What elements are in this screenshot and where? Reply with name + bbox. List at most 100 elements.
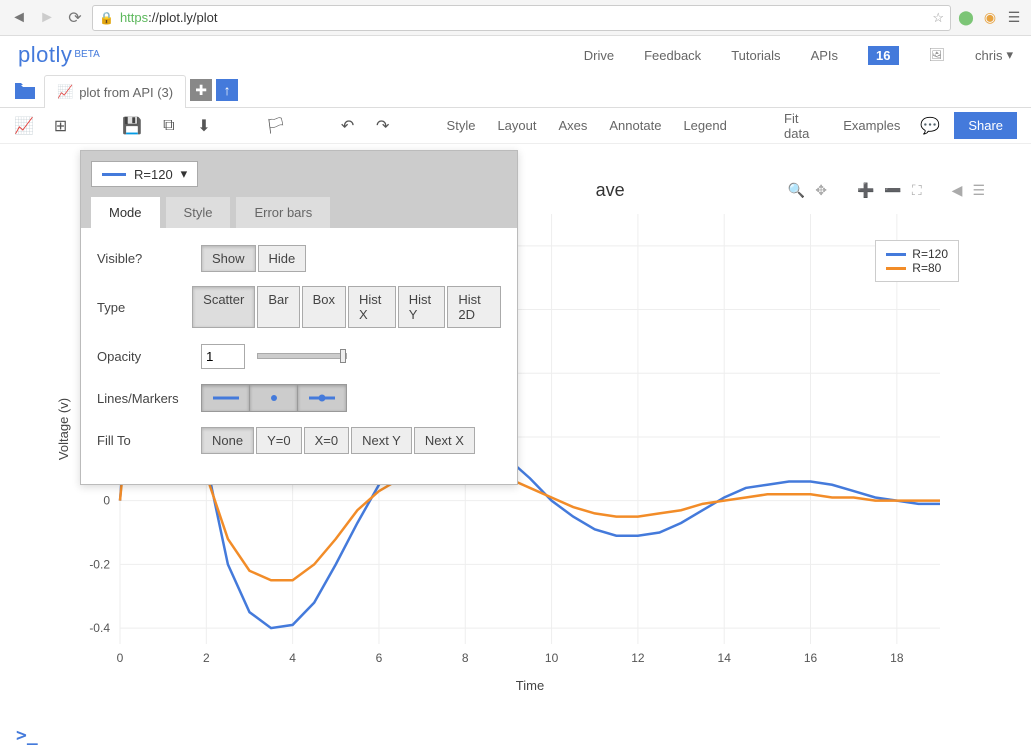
browser-toolbar: ◄ ► ⟳ 🔒 https://plot.ly/plot ☆ ⬤ ◉ ☰ [0, 0, 1031, 36]
theme-icon[interactable]: 🏳 [266, 116, 286, 136]
save-icon[interactable]: 💾 [122, 116, 142, 136]
autoscale-icon[interactable]: ⛶ [912, 182, 922, 199]
nav-feedback[interactable]: Feedback [644, 48, 701, 63]
panel-tab-errorbars[interactable]: Error bars [236, 197, 330, 228]
btn-lm-lines-markers[interactable] [298, 385, 346, 411]
svg-text:4: 4 [289, 651, 296, 665]
image-icon[interactable]: 🖼 [929, 47, 946, 63]
chart-area: 🔍 ✥ ➕ ➖ ⛶ ◀ ☰ ave-0.4-0.200.20.40.60.802… [0, 144, 1031, 714]
forward-button[interactable]: ► [36, 7, 58, 29]
style-panel: R=120 ▾ Mode Style Error bars Visible? S… [80, 150, 518, 485]
redo-icon[interactable]: ↷ [374, 116, 391, 136]
svg-text:18: 18 [890, 651, 904, 665]
file-tabbar: 📈 plot from API (3) ✚ ↑ [0, 74, 1031, 108]
folder-icon[interactable] [10, 74, 40, 107]
caret-down-icon: ▾ [1006, 47, 1013, 63]
svg-text:12: 12 [631, 651, 645, 665]
pan-icon[interactable]: ✥ [815, 182, 827, 199]
tooltip-compare-icon[interactable]: ◀ [952, 182, 963, 199]
traces-icon[interactable]: 📈 [14, 116, 34, 136]
tab-style[interactable]: Style [445, 114, 478, 137]
label-type: Type [97, 300, 192, 315]
reload-button[interactable]: ⟳ [64, 7, 86, 29]
btn-visible-show[interactable]: Show [201, 245, 256, 272]
back-button[interactable]: ◄ [8, 7, 30, 29]
legend-item-r120[interactable]: R=120 [886, 247, 948, 261]
btn-type-bar[interactable]: Bar [257, 286, 299, 328]
main-toolbar: 📈 ⊞ 💾 ⧉ ⬇ 🏳 ↶ ↷ Style Layout Axes Annota… [0, 108, 1031, 144]
address-bar[interactable]: 🔒 https://plot.ly/plot ☆ [92, 5, 951, 31]
svg-text:10: 10 [545, 651, 559, 665]
legend-label: R=120 [912, 247, 948, 261]
extension-icon[interactable]: ⬤ [957, 9, 975, 27]
trace-name: R=120 [134, 167, 173, 182]
tab-annotate[interactable]: Annotate [607, 114, 663, 137]
btn-type-box[interactable]: Box [302, 286, 346, 328]
btn-fill-y0[interactable]: Y=0 [256, 427, 302, 454]
svg-text:-0.4: -0.4 [89, 621, 110, 635]
undo-icon[interactable]: ↶ [339, 116, 356, 136]
btn-fill-nexty[interactable]: Next Y [351, 427, 412, 454]
file-name: plot from API (3) [79, 85, 173, 100]
browser-menu-icon[interactable]: ☰ [1005, 9, 1023, 27]
svg-text:Time: Time [516, 678, 544, 693]
extension-globe-icon[interactable]: ◉ [981, 9, 999, 27]
upload-button[interactable]: ↑ [216, 79, 238, 101]
svg-text:6: 6 [376, 651, 383, 665]
btn-lm-markers[interactable] [250, 385, 298, 411]
chart-tools: 🔍 ✥ ➕ ➖ ⛶ ◀ ☰ [788, 182, 985, 199]
app-header: plotlyBETA Drive Feedback Tutorials APIs… [0, 36, 1031, 74]
tab-axes[interactable]: Axes [556, 114, 589, 137]
label-lines-markers: Lines/Markers [97, 391, 201, 406]
comment-icon[interactable]: 💬 [920, 116, 940, 136]
grid-icon[interactable]: ⊞ [52, 116, 69, 136]
nav-apis[interactable]: APIs [811, 48, 838, 63]
btn-lm-lines[interactable] [202, 385, 250, 411]
nav-drive[interactable]: Drive [584, 48, 614, 63]
file-tab[interactable]: 📈 plot from API (3) [44, 75, 186, 108]
duplicate-icon[interactable]: ⧉ [160, 117, 177, 135]
btn-type-histy[interactable]: Hist Y [398, 286, 446, 328]
tab-fitdata[interactable]: Fit data [782, 107, 823, 145]
svg-text:-0.2: -0.2 [89, 557, 110, 571]
label-fill-to: Fill To [97, 433, 201, 448]
panel-tab-mode[interactable]: Mode [91, 197, 160, 228]
btn-type-scatter[interactable]: Scatter [192, 286, 255, 328]
slider-opacity[interactable] [257, 353, 347, 359]
svg-text:16: 16 [804, 651, 818, 665]
tab-layout[interactable]: Layout [495, 114, 538, 137]
btn-fill-x0[interactable]: X=0 [304, 427, 350, 454]
user-menu[interactable]: chris▾ [975, 47, 1013, 63]
tab-examples[interactable]: Examples [841, 114, 902, 137]
svg-text:0: 0 [117, 651, 124, 665]
nav-tutorials[interactable]: Tutorials [731, 48, 780, 63]
legend-item-r80[interactable]: R=80 [886, 261, 948, 275]
zoom-icon[interactable]: 🔍 [788, 182, 805, 199]
add-tab-button[interactable]: ✚ [190, 79, 212, 101]
bookmark-star-icon[interactable]: ☆ [932, 10, 944, 26]
console-prompt[interactable]: >_ [16, 725, 38, 746]
tooltip-closest-icon[interactable]: ☰ [972, 182, 985, 199]
notification-badge[interactable]: 16 [868, 46, 898, 65]
legend-swatch [886, 253, 906, 256]
url-text: https://plot.ly/plot [120, 10, 218, 25]
tab-legend[interactable]: Legend [681, 114, 728, 137]
legend[interactable]: R=120 R=80 [875, 240, 959, 282]
legend-label: R=80 [912, 261, 941, 275]
input-opacity[interactable] [201, 344, 245, 369]
btn-visible-hide[interactable]: Hide [258, 245, 307, 272]
trace-color-swatch [102, 173, 126, 176]
share-button[interactable]: Share [954, 112, 1017, 139]
btn-fill-none[interactable]: None [201, 427, 254, 454]
logo[interactable]: plotlyBETA [18, 42, 100, 68]
download-icon[interactable]: ⬇ [195, 116, 212, 136]
btn-type-hist2d[interactable]: Hist 2D [447, 286, 501, 328]
zoom-in-icon[interactable]: ➕ [857, 182, 874, 199]
panel-tab-style[interactable]: Style [166, 197, 231, 228]
btn-type-histx[interactable]: Hist X [348, 286, 396, 328]
trace-selector[interactable]: R=120 ▾ [91, 161, 198, 187]
lock-icon: 🔒 [99, 11, 114, 25]
legend-swatch [886, 267, 906, 270]
btn-fill-nextx[interactable]: Next X [414, 427, 475, 454]
zoom-out-icon[interactable]: ➖ [884, 182, 901, 199]
